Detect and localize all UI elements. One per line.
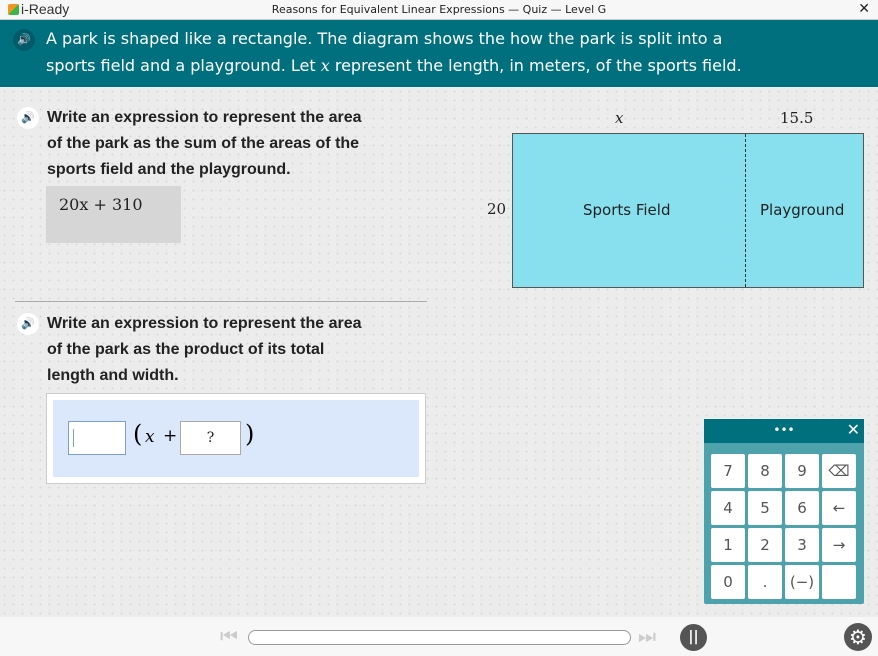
label-15-5: 15.5 xyxy=(780,109,814,127)
divider xyxy=(15,301,427,302)
q1-line: sports field and the playground. xyxy=(47,161,291,178)
prompt-banner: 🔊 A park is shaped like a rectangle. The… xyxy=(0,20,878,87)
width-input[interactable] xyxy=(68,421,126,455)
park-diagram: Sports Field Playground xyxy=(512,133,864,288)
key-3[interactable]: 3 xyxy=(785,528,819,562)
skip-forward-icon[interactable]: ⏭ xyxy=(638,624,656,648)
keypad-close-button[interactable]: ✕ xyxy=(847,419,860,441)
key-5[interactable]: 5 xyxy=(748,491,782,525)
arrow-right-icon[interactable]: → xyxy=(822,528,856,562)
key-7[interactable]: 7 xyxy=(711,454,745,488)
speaker-icon[interactable]: 🔊 xyxy=(17,107,39,129)
title-bar: i-Ready Reasons for Equivalent Linear Ex… xyxy=(0,0,878,20)
t: represent the length, in meters, of the … xyxy=(329,56,742,75)
key-decimal[interactable]: . xyxy=(748,565,782,599)
sports-field-label: Sports Field xyxy=(583,201,671,219)
var-x: x xyxy=(145,427,155,447)
main-area: 🔊 Write an expression to represent the a… xyxy=(0,87,878,617)
divider-line xyxy=(745,134,746,287)
question-1: 🔊 Write an expression to represent the a… xyxy=(17,105,447,183)
pause-icon[interactable]: || xyxy=(680,624,707,651)
label-x: x xyxy=(615,109,624,127)
length-input[interactable]: ? xyxy=(180,421,241,455)
key-9[interactable]: 9 xyxy=(785,454,819,488)
key-2[interactable]: 2 xyxy=(748,528,782,562)
keypad-handle[interactable]: ••• ✕ xyxy=(704,419,864,443)
keypad: ••• ✕ 7 8 9 ⌫ 4 5 6 ← 1 2 3 → 0 . (−) xyxy=(704,419,864,604)
speaker-icon[interactable]: 🔊 xyxy=(17,313,39,335)
q2-line: Write an expression to represent the are… xyxy=(47,315,362,332)
q1-line: Write an expression to represent the are… xyxy=(47,109,362,126)
q1-line: of the park as the sum of the areas of t… xyxy=(47,135,360,152)
key-1[interactable]: 1 xyxy=(711,528,745,562)
paren-close: ) xyxy=(245,420,255,448)
arrow-left-icon[interactable]: ← xyxy=(822,491,856,525)
speaker-icon[interactable]: 🔊 xyxy=(13,29,35,51)
plus: + xyxy=(163,426,178,446)
paren-open: ( xyxy=(133,420,143,448)
key-6[interactable]: 6 xyxy=(785,491,819,525)
key-negative[interactable]: (−) xyxy=(785,565,819,599)
prompt-line-1: A park is shaped like a rectangle. The d… xyxy=(46,29,723,48)
window-title: Reasons for Equivalent Linear Expression… xyxy=(271,3,607,16)
t: sports field and a playground. Let xyxy=(46,56,321,75)
q2-line: length and width. xyxy=(47,367,179,384)
key-blank[interactable] xyxy=(822,565,856,599)
key-8[interactable]: 8 xyxy=(748,454,782,488)
skip-back-icon[interactable]: ⏮ xyxy=(220,624,238,648)
var: x xyxy=(320,56,330,75)
key-4[interactable]: 4 xyxy=(711,491,745,525)
close-window-button[interactable]: ✕ xyxy=(858,1,870,17)
drag-handle-icon[interactable]: ••• xyxy=(773,423,794,437)
key-0[interactable]: 0 xyxy=(711,565,745,599)
gear-icon[interactable]: ⚙ xyxy=(844,623,872,651)
prompt-line-2: sports field and a playground. Let x rep… xyxy=(46,52,878,79)
answer-2-area: ( x + ? ) xyxy=(46,393,426,484)
playback-bar: ⏮ ⏭ || ⚙ xyxy=(0,617,878,656)
answer-1-display: 20x + 310 xyxy=(46,186,181,243)
q2-line: of the park as the product of its total xyxy=(47,341,325,358)
backspace-icon[interactable]: ⌫ xyxy=(822,454,856,488)
label-20: 20 xyxy=(487,200,507,218)
playground-label: Playground xyxy=(760,201,845,219)
progress-track[interactable] xyxy=(248,630,631,645)
question-2: 🔊 Write an expression to represent the a… xyxy=(17,311,447,389)
